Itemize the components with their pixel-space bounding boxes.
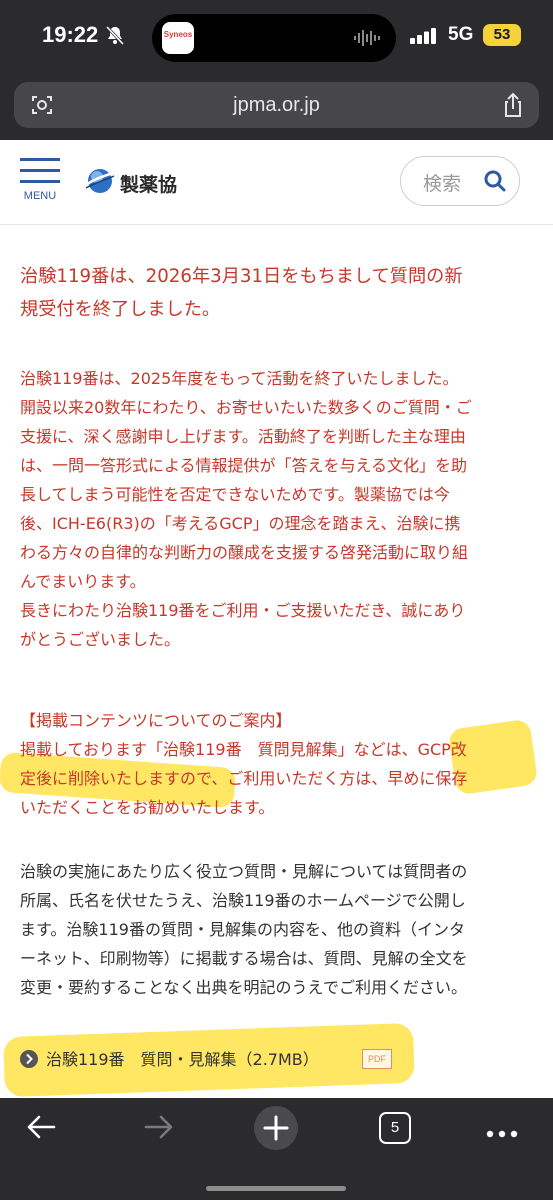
address-bar[interactable]: jpma.or.jp (14, 82, 539, 128)
content-guide: 【掲載コンテンツについてのご案内】 掲載しております「治験119番 質問見解集」… (20, 706, 530, 822)
battery-indicator: 53 (483, 24, 521, 46)
pdf-file-icon: PDF (362, 1049, 392, 1069)
notice-line: 治験119番は、2025年度をもって活動を終了いたしました。 (20, 369, 459, 388)
guide-line: 掲載しております「治験119番 質問見解集」などは、GCP改 (20, 740, 467, 759)
plus-icon (254, 1106, 298, 1154)
notice-title-line: 規受付を終了しました。 (20, 299, 221, 320)
new-tab-button[interactable] (254, 1106, 298, 1150)
share-icon[interactable] (501, 91, 525, 123)
notice-line: んでまいります。 (20, 572, 146, 591)
notice-title: 治験119番は、2026年3月31日をもちまして質問の新 規受付を終了しました。 (20, 260, 530, 326)
forward-arrow-icon[interactable] (144, 1114, 174, 1144)
status-time: 19:22 (42, 22, 99, 47)
logo-text[interactable]: 製薬協 (120, 170, 177, 197)
menu-label: MENU (23, 190, 57, 202)
home-indicator (206, 1186, 346, 1191)
menu-line (20, 180, 60, 183)
back-arrow-icon[interactable] (26, 1114, 56, 1144)
notice-title-line: 治験119番は、2026年3月31日をもちまして質問の新 (20, 266, 463, 287)
status-bar: 19:22 Syneos 5G 53 (0, 0, 553, 70)
publication-notice: 治験の実施にあたり広く役立つ質問・見解については質問者の 所属、氏名を伏せたうえ… (20, 857, 530, 1002)
publish-line: 治験の実施にあたり広く役立つ質問・見解については質問者の (20, 862, 468, 881)
search-placeholder: 検索 (423, 173, 462, 195)
publish-line: 変更・要約することなく出典を明記のうえでご利用ください。 (20, 978, 468, 997)
menu-line (20, 169, 60, 172)
notice-body: 治験119番は、2025年度をもって活動を終了いたしました。 開設以来20数年に… (20, 364, 530, 654)
menu-line (20, 158, 60, 161)
pdf-link-text[interactable]: 治験119番 質問・見解集（2.7MB） (46, 1046, 319, 1070)
notice-line: わる方々の自律的な判断力の醸成を支援する啓発活動に取り組 (20, 543, 469, 562)
publish-line: 所属、氏名を伏せたうえ、治験119番のホームページで公開し (20, 891, 466, 910)
publish-line: ーネット、印刷物等）に掲載する場合は、質問、見解の全文を (20, 949, 468, 968)
menu-button[interactable]: MENU (20, 158, 60, 206)
url-text: jpma.or.jp (233, 94, 320, 116)
pdf-download-link[interactable]: 治験119番 質問・見解集（2.7MB） PDF (20, 1042, 420, 1078)
more-icon[interactable] (486, 1123, 518, 1142)
search-icon[interactable] (483, 169, 507, 197)
search-input[interactable]: 検索 (400, 156, 520, 206)
chevron-right-icon (20, 1050, 38, 1068)
guide-line: 定後に削除いたしますので、ご利用いただく方は、早めに保存 (20, 769, 468, 788)
notice-line: は、一問一答形式による情報提供が「答えを与える文化」を助 (20, 456, 468, 475)
notice-line: 支援に、深く感謝申し上げます。活動終了を判断した主な理由 (20, 427, 466, 446)
browser-chrome-top: 19:22 Syneos 5G 53 jpma.or.jp (0, 0, 553, 140)
site-header: MENU 製薬協 検索 (0, 140, 553, 225)
jpma-logo-icon[interactable] (84, 166, 116, 200)
signal-icon (410, 28, 438, 48)
notice-line: 長してしまう可能性を否定できないためです。製薬協では今 (20, 485, 450, 504)
notice-line: がとうございました。 (20, 630, 181, 649)
publish-line: ます。治験119番の質問・見解集の内容を、他の資料（インタ (20, 920, 465, 939)
guide-line: いただくことをお勧めいたします。 (20, 798, 275, 817)
tabs-button[interactable]: 5 (379, 1112, 411, 1144)
bell-slash-icon (104, 24, 126, 50)
app-icon-label: Syneos (163, 30, 193, 39)
browser-toolbar: 5 (0, 1098, 553, 1200)
waveform-icon (354, 28, 380, 52)
notice-line: 後、ICH-E6(R3)の「考えるGCP」の理念を踏まえ、治験に携 (20, 514, 461, 533)
notice-line: 開設以来20数年にわたり、お寄せいたいた数多くのご質問・ご (20, 398, 472, 417)
notice-line: 長きにわたり治験119番をご利用・ご支援いただき、誠にあり (20, 601, 466, 620)
app-icon[interactable]: Syneos (162, 22, 194, 54)
network-type: 5G (448, 24, 474, 45)
dynamic-island: Syneos (152, 14, 396, 62)
guide-heading: 【掲載コンテンツについてのご案内】 (20, 711, 292, 730)
